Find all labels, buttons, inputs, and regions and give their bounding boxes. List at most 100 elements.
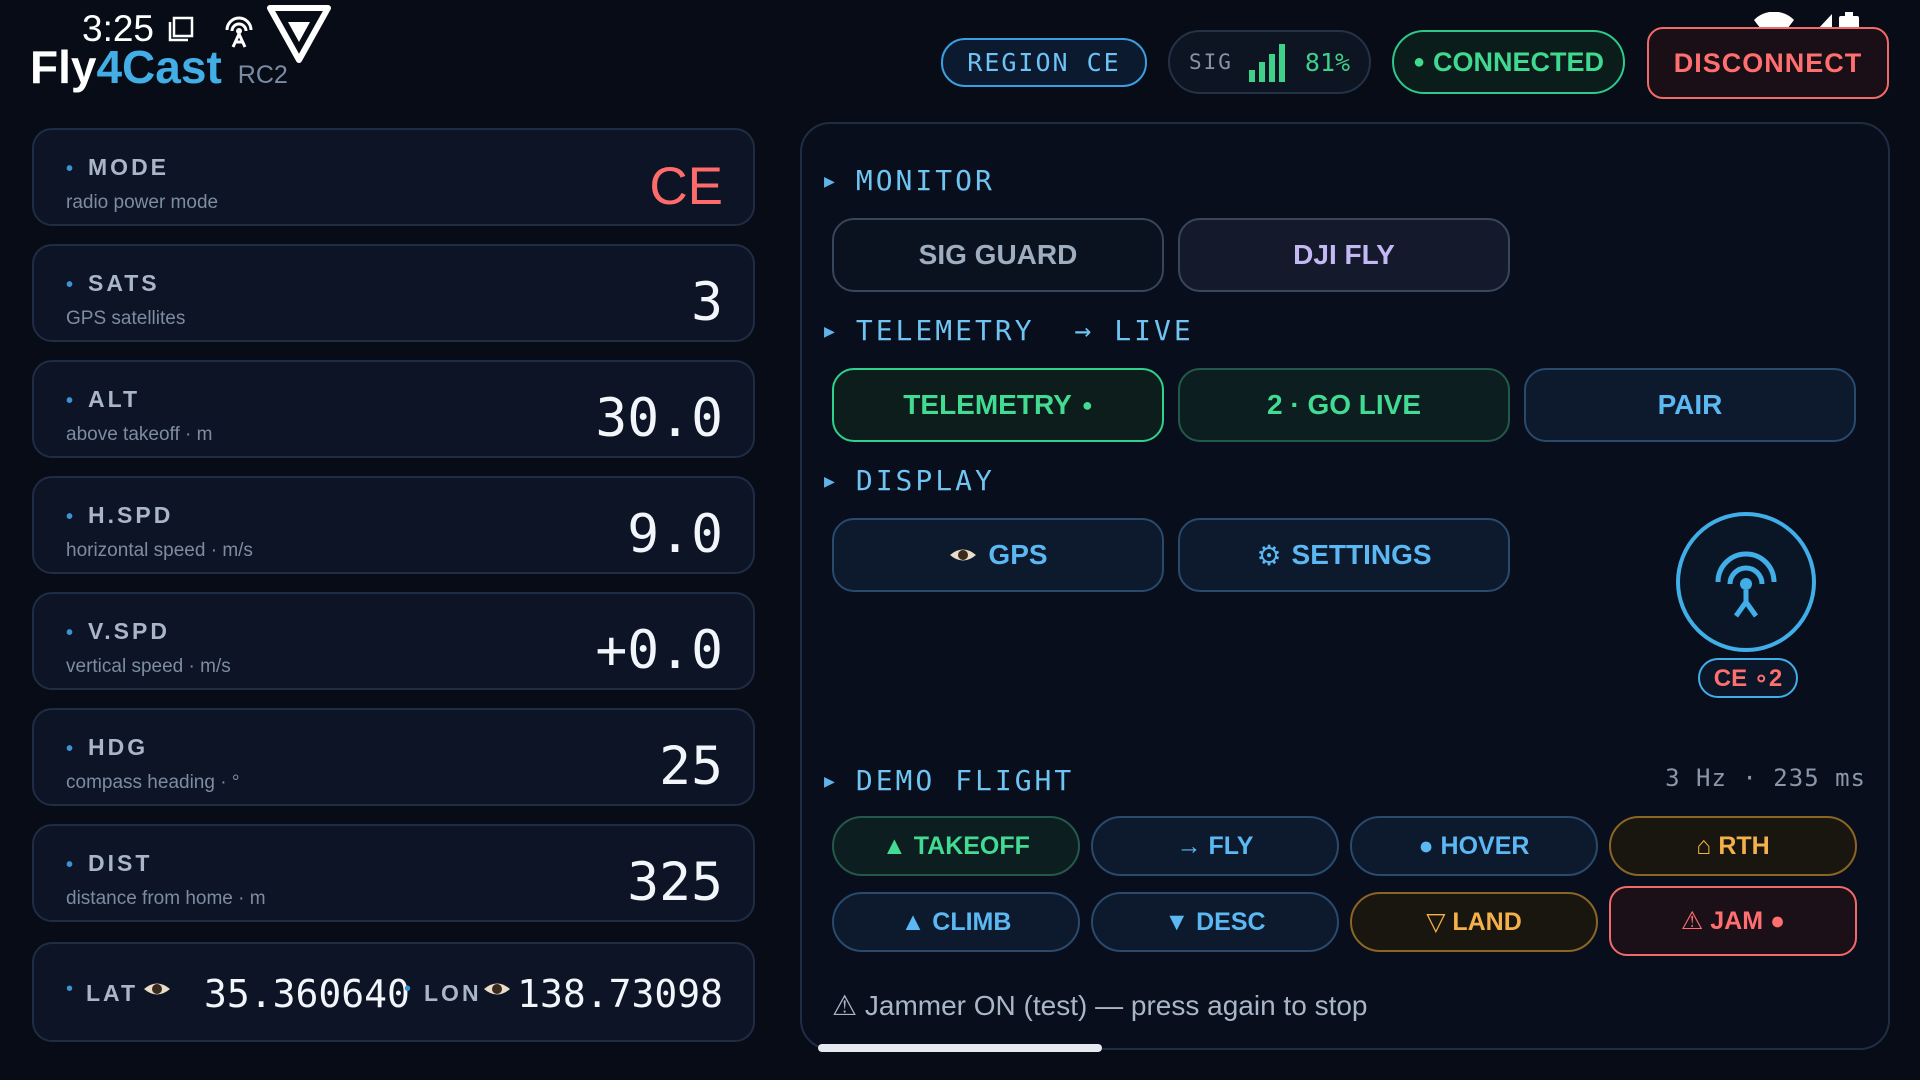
button-label: SETTINGS [1291, 539, 1432, 570]
radar-badge: CE ∘2 [1698, 658, 1798, 698]
hover-button[interactable]: ● HOVER [1350, 816, 1598, 876]
gear-icon: ⚙ [1256, 539, 1282, 571]
climb-button[interactable]: ▲ CLIMB [832, 892, 1080, 952]
card-desc: GPS satellites [66, 308, 186, 329]
section-arrow-icon: ▶ [824, 471, 838, 492]
go-live-button[interactable]: 2 · GO LIVE [1178, 368, 1510, 442]
demo-rate: 3 Hz · 235 ms [1665, 764, 1866, 792]
jam-button[interactable]: ⚠ JAM ● [1609, 886, 1857, 956]
card-alt: ALT above takeoff · m 30.0 [32, 360, 755, 458]
card-sats: SATS GPS satellites 3 [32, 244, 755, 342]
fly-button[interactable]: → FLY [1091, 816, 1339, 876]
control-panel: ▶ MONITOR SIG GUARD DJI FLY ▶ TELEMETRY → L… [800, 122, 1890, 1050]
card-vspd: V.SPD vertical speed · m/s +0.0 [32, 592, 755, 690]
card-hdg: HDG compass heading · ° 25 [32, 708, 755, 806]
pair-button[interactable]: PAIR [1524, 368, 1856, 442]
button-label: ● HOVER [1418, 831, 1530, 860]
brand-subtitle: RC2 [237, 61, 288, 89]
card-name: H.SPD [66, 502, 173, 529]
signal-value: 81% [1304, 47, 1351, 77]
lat-value: 35.360640 [204, 972, 410, 1016]
card-name: DIST [66, 850, 152, 877]
land-button[interactable]: ▽ LAND [1350, 892, 1598, 952]
card-name: V.SPD [66, 618, 170, 645]
app-logo: Fly 4Cast RC2 [30, 40, 288, 94]
broadcast-indicator[interactable] [1676, 512, 1816, 652]
card-name: HDG [66, 734, 148, 761]
disconnect-button[interactable]: DISCONNECT [1647, 27, 1889, 99]
lon-label: LON [424, 980, 482, 1006]
section-title: MONITOR [855, 164, 995, 197]
button-label: 2 · GO LIVE [1266, 389, 1422, 420]
card-name: SATS [66, 270, 160, 297]
connection-status: ● CONNECTED [1392, 30, 1625, 94]
card-desc: above takeoff · m [66, 424, 213, 445]
region-label: REGION CE [967, 48, 1121, 77]
card-desc: horizontal speed · m/s [66, 540, 253, 561]
card-desc: vertical speed · m/s [66, 656, 231, 677]
section-live: LIVE [1114, 314, 1194, 347]
eye-icon [950, 549, 977, 561]
home-indicator[interactable] [818, 1044, 1102, 1052]
eye-icon[interactable] [482, 974, 512, 1004]
card-desc: radio power mode [66, 192, 219, 213]
section-arrow-icon: ▶ [824, 771, 838, 792]
button-label: TELEMETRY [903, 389, 1072, 420]
lat-label: LAT [86, 980, 139, 1006]
section-title: DEMO FLIGHT [855, 764, 1075, 797]
card-mode: MODE radio power mode CE [32, 128, 755, 226]
brand-name-part1: Fly [30, 41, 97, 93]
section-demo: ▶ DEMO FLIGHT [824, 764, 1074, 797]
settings-button[interactable]: ⚙ SETTINGS [1178, 518, 1510, 592]
broadcast-icon [1715, 551, 1777, 618]
section-title: DISPLAY [855, 464, 995, 497]
section-monitor: ▶ MONITOR [824, 164, 995, 197]
rth-button[interactable]: ⌂ RTH [1609, 816, 1857, 876]
card-value: 9.0 [627, 504, 723, 565]
takeoff-button[interactable]: ▲ TAKEOFF [832, 816, 1080, 876]
dji-fly-button[interactable]: DJI FLY [1178, 218, 1510, 292]
jammer-status-text: ⚠ Jammer ON (test) — press again to stop [832, 990, 1368, 1021]
card-value: 325 [627, 852, 723, 913]
card-value: CE [649, 157, 723, 216]
card-name: ALT [66, 386, 140, 413]
card-desc: compass heading · ° [66, 772, 240, 793]
gps-button[interactable]: GPS [832, 518, 1164, 592]
section-telemetry: ▶ TELEMETRY → LIVE [824, 314, 1194, 347]
card-latlon: • LAT 35.360640 • LON 138.73098 [32, 942, 755, 1042]
card-value: 25 [659, 736, 723, 797]
region-badge: REGION CE [941, 38, 1147, 87]
button-label: GPS [988, 539, 1048, 570]
button-label: DJI FLY [1293, 239, 1395, 270]
descend-button[interactable]: ▼ DESC [1091, 892, 1339, 952]
button-label: ▽ LAND [1426, 908, 1522, 936]
section-display: ▶ DISPLAY [824, 464, 995, 497]
card-value: +0.0 [595, 620, 723, 681]
eye-icon[interactable] [142, 974, 172, 1004]
section-arrow-icon: ▶ [824, 171, 838, 192]
card-dist: DIST distance from home · m 325 [32, 824, 755, 922]
telemetry-button[interactable]: TELEMETRY ● [832, 368, 1164, 442]
connection-label: CONNECTED [1433, 46, 1605, 77]
bullet-icon: • [66, 978, 74, 1000]
button-label: ▼ DESC [1164, 907, 1266, 936]
sig-guard-button[interactable]: SIG GUARD [832, 218, 1164, 292]
button-label: ▲ TAKEOFF [882, 831, 1030, 860]
section-arrow-icon: ▶ [824, 321, 838, 342]
card-value: 3 [691, 272, 723, 333]
card-value: 30.0 [595, 388, 723, 449]
disconnect-label: DISCONNECT [1673, 47, 1863, 78]
button-label: SIG GUARD [918, 239, 1078, 270]
section-arrow: → [1074, 314, 1095, 347]
button-label: PAIR [1657, 389, 1723, 420]
signal-label: SIG [1188, 50, 1233, 74]
card-name: MODE [66, 154, 169, 181]
signal-bars-icon [1248, 44, 1285, 82]
signal-indicator: SIG 81% [1168, 30, 1371, 94]
brand-name-part2: 4Cast [96, 41, 222, 93]
button-label: ⌂ RTH [1696, 831, 1770, 860]
status-dot-icon: ● [1412, 50, 1426, 73]
button-label: → FLY [1176, 831, 1254, 860]
card-hspd: H.SPD horizontal speed · m/s 9.0 [32, 476, 755, 574]
screenshot-icon [168, 16, 194, 42]
